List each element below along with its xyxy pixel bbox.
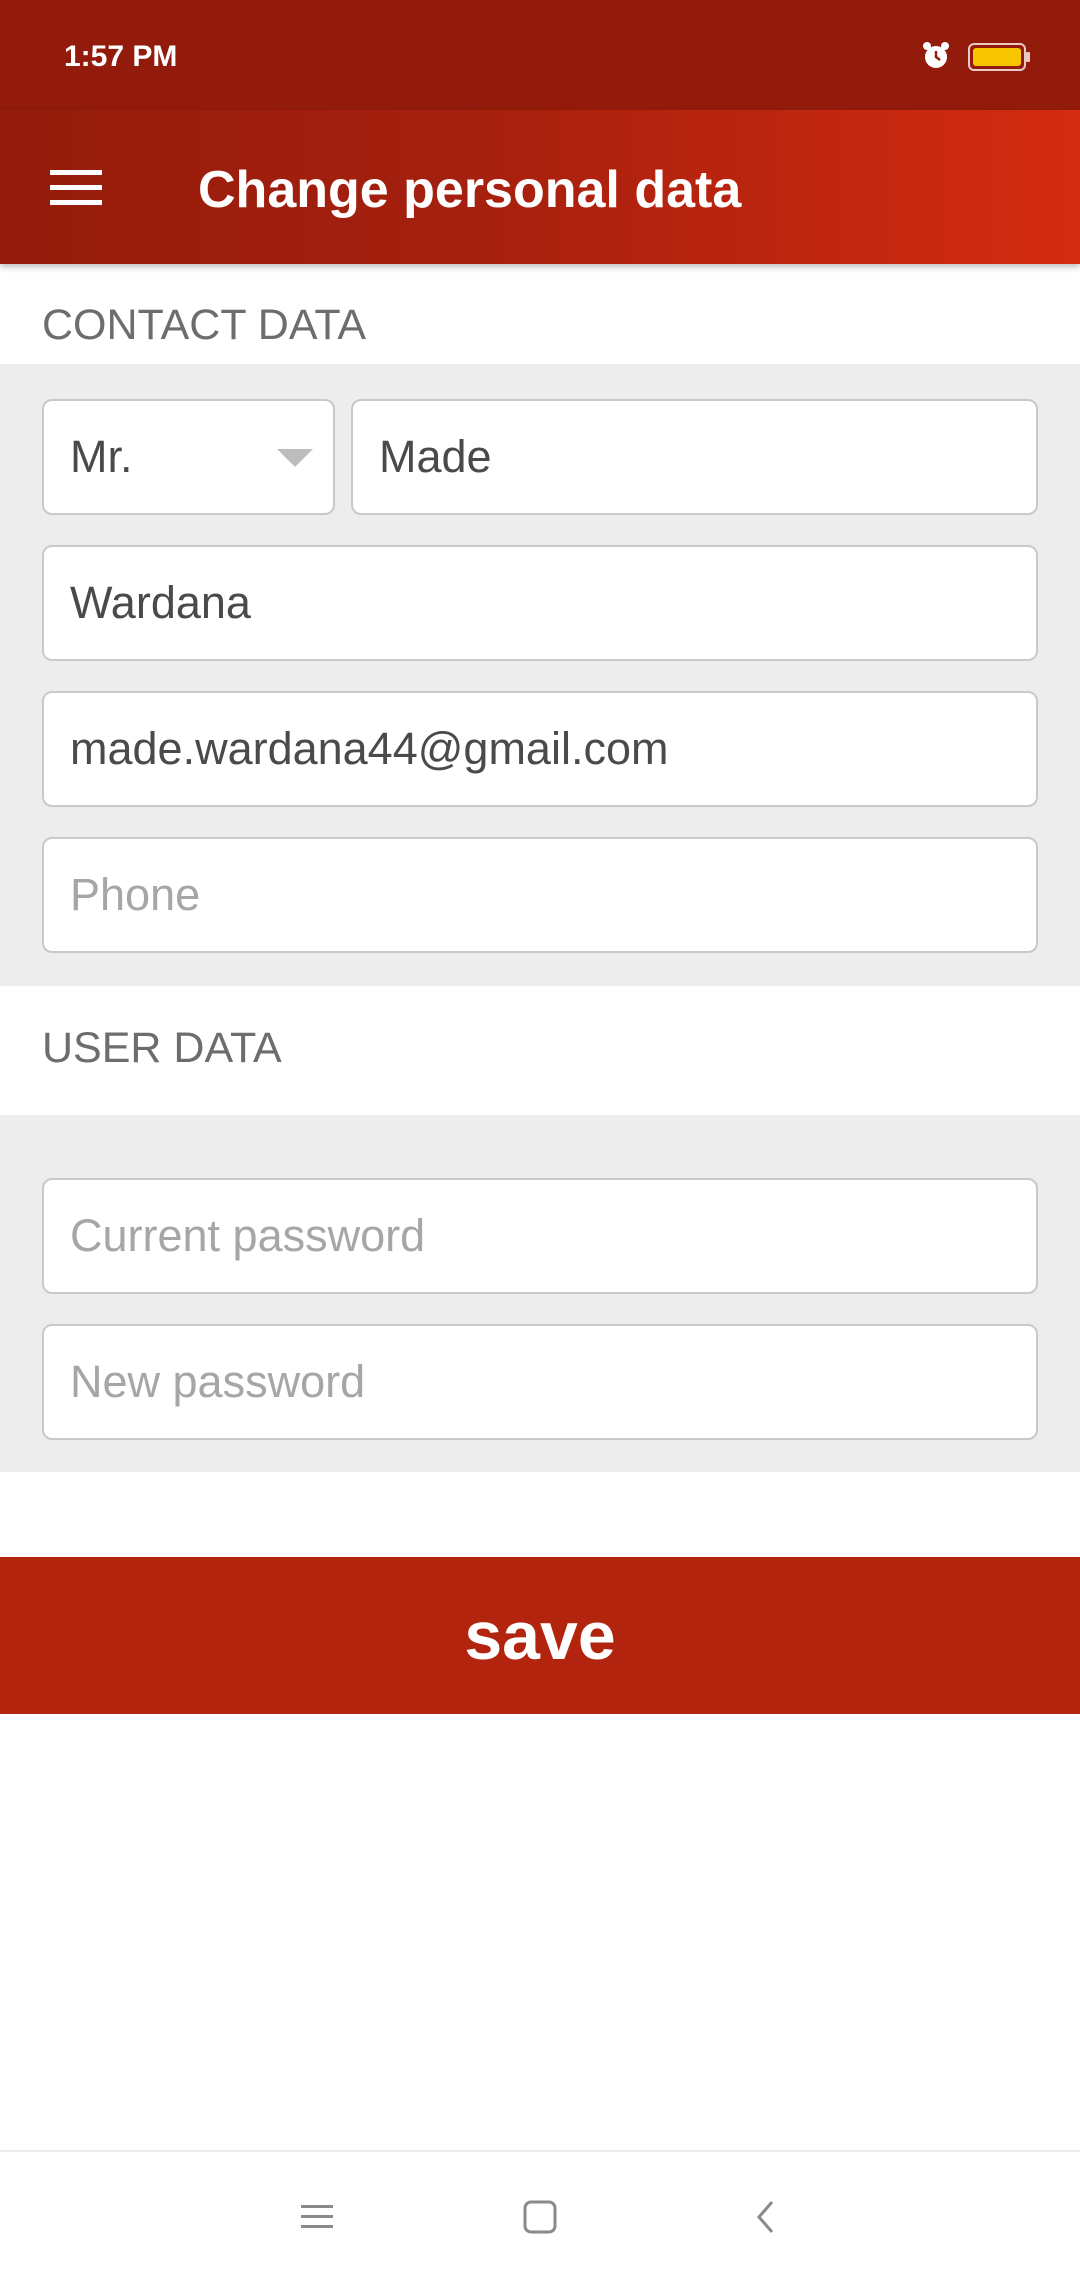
home-square-icon[interactable]	[515, 2192, 565, 2242]
email-value: made.wardana44@gmail.com	[70, 723, 669, 774]
save-button[interactable]: save	[0, 1557, 1080, 1714]
dropdown-arrow-icon	[277, 449, 313, 467]
salutation-select[interactable]: Mr.	[42, 399, 335, 515]
contact-data-panel: Mr. Made Wardana made.wardana44@gmail.co…	[0, 364, 1080, 986]
new-password-field[interactable]: New password	[42, 1324, 1038, 1440]
system-nav-bar	[0, 2150, 1080, 2282]
recents-menu-icon[interactable]	[292, 2192, 342, 2242]
hamburger-menu-icon	[50, 170, 102, 205]
app-bar: Change personal data	[0, 110, 1080, 264]
salutation-value: Mr.	[70, 431, 133, 482]
first-name-value: Made	[379, 431, 492, 482]
last-name-field[interactable]: Wardana	[42, 545, 1038, 661]
alarm-clock-icon	[923, 42, 949, 68]
status-time: 1:57 PM	[64, 40, 178, 73]
menu-button[interactable]	[40, 160, 112, 216]
current-password-placeholder: Current password	[70, 1210, 426, 1261]
current-password-field[interactable]: Current password	[42, 1178, 1038, 1294]
user-data-panel: Current password New password	[0, 1115, 1080, 1472]
last-name-value: Wardana	[70, 577, 251, 628]
status-bar: 1:57 PM	[0, 0, 1080, 110]
first-name-field[interactable]: Made	[351, 399, 1038, 515]
new-password-placeholder: New password	[70, 1356, 366, 1407]
phone-placeholder: Phone	[70, 869, 201, 920]
contact-data-heading: CONTACT DATA	[42, 301, 367, 349]
battery-icon	[968, 43, 1030, 71]
user-data-heading: USER DATA	[42, 1024, 282, 1072]
phone-field[interactable]: Phone	[42, 837, 1038, 953]
back-chevron-icon[interactable]	[742, 2192, 792, 2242]
email-field[interactable]: made.wardana44@gmail.com	[42, 691, 1038, 807]
page-title: Change personal data	[198, 161, 742, 219]
